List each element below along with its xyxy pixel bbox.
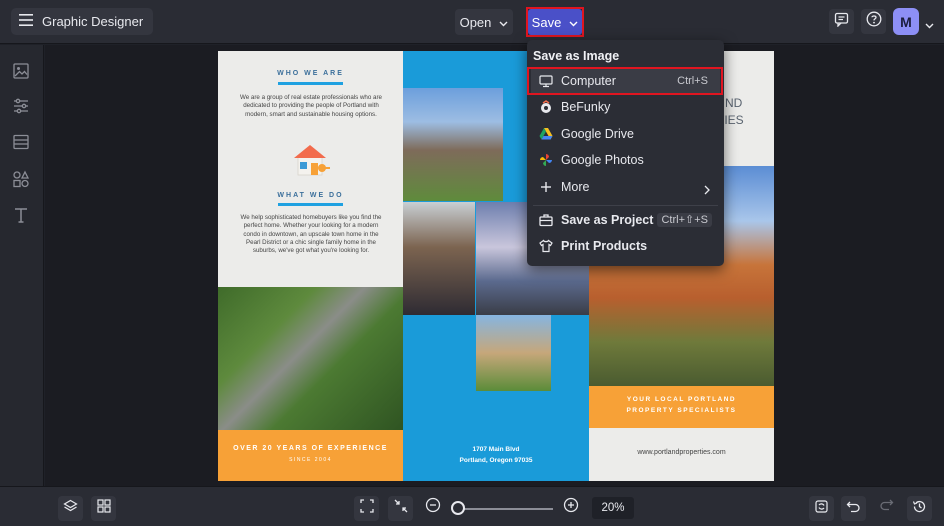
history-icon bbox=[912, 499, 927, 519]
menu-item-google-drive[interactable]: Google Drive bbox=[531, 122, 720, 146]
redo-button[interactable] bbox=[875, 496, 897, 518]
since-text: SINCE 2004 bbox=[289, 457, 332, 463]
menu-item-more[interactable]: More bbox=[531, 175, 720, 199]
menu-item-befunky[interactable]: BeFunky bbox=[531, 95, 720, 119]
help-icon bbox=[866, 11, 882, 32]
chevron-down-icon bbox=[569, 15, 578, 30]
zoom-out-icon bbox=[425, 497, 441, 518]
website-url: www.portlandproperties.com bbox=[637, 449, 726, 456]
menu-section-title: Save as Image bbox=[533, 49, 620, 63]
menu-item-label: More bbox=[561, 180, 590, 194]
menu-item-print-products[interactable]: Print Products bbox=[531, 234, 720, 258]
comment-icon bbox=[834, 12, 849, 32]
open-button[interactable]: Open bbox=[455, 9, 513, 35]
google-drive-icon bbox=[539, 127, 553, 141]
menu-item-label: BeFunky bbox=[561, 100, 611, 114]
layout-icon[interactable] bbox=[12, 133, 30, 151]
fit-screen-icon bbox=[359, 499, 374, 518]
house-icon bbox=[291, 141, 331, 184]
who-we-are-heading: WHO WE ARE bbox=[277, 70, 344, 77]
app-name: Graphic Designer bbox=[42, 14, 144, 29]
top-toolbar: Graphic Designer Open Save M bbox=[0, 0, 944, 44]
menu-item-label: Save as Project bbox=[561, 213, 654, 227]
user-avatar[interactable]: M bbox=[893, 8, 919, 35]
grid-view-button[interactable] bbox=[91, 496, 116, 521]
help-button[interactable] bbox=[861, 9, 886, 34]
app-menu-button[interactable]: Graphic Designer bbox=[11, 8, 154, 35]
fit-to-screen-button[interactable] bbox=[354, 496, 379, 521]
shrink-icon bbox=[394, 499, 408, 518]
heading-rule bbox=[278, 82, 343, 85]
undo-icon bbox=[846, 499, 861, 519]
actual-size-button[interactable] bbox=[388, 496, 413, 521]
undo-button[interactable] bbox=[841, 496, 866, 521]
who-we-are-text: We are a group of real estate profession… bbox=[240, 94, 382, 118]
open-label: Open bbox=[459, 14, 492, 30]
history-button[interactable] bbox=[907, 496, 932, 521]
hamburger-menu-icon bbox=[19, 13, 33, 31]
google-photos-icon bbox=[539, 153, 553, 167]
shapes-icon[interactable] bbox=[12, 170, 30, 188]
adjustments-icon[interactable] bbox=[12, 97, 30, 115]
zoom-slider-handle[interactable] bbox=[451, 501, 465, 515]
layers-icon bbox=[63, 499, 78, 519]
specialists-banner: YOUR LOCAL PORTLAND PROPERTY SPECIALISTS bbox=[589, 386, 774, 428]
chevron-right-icon bbox=[704, 182, 710, 200]
couple-photo bbox=[403, 202, 475, 315]
zoom-out-button[interactable] bbox=[422, 496, 444, 518]
bottom-toolbar: 20% bbox=[0, 486, 944, 526]
shirt-icon bbox=[539, 239, 553, 253]
experience-text: OVER 20 YEARS OF EXPERIENCE bbox=[233, 445, 388, 452]
refresh-icon bbox=[814, 499, 829, 519]
banner-line-2: PROPERTY SPECIALISTS bbox=[626, 407, 737, 414]
menu-item-save-as-project[interactable]: Save as Project Ctrl+⇧+S bbox=[531, 208, 720, 232]
address-line-2: Portland, Oregon 97035 bbox=[459, 457, 533, 464]
chevron-down-icon[interactable] bbox=[925, 16, 934, 34]
experience-banner: OVER 20 YEARS OF EXPERIENCE SINCE 2004 bbox=[218, 430, 403, 481]
brochure-panel-left: WHO WE ARE We are a group of real estate… bbox=[218, 51, 403, 481]
menu-item-google-photos[interactable]: Google Photos bbox=[531, 148, 720, 172]
chevron-down-icon bbox=[499, 15, 508, 30]
zoom-level-field[interactable]: 20% bbox=[592, 497, 634, 519]
zoom-in-icon bbox=[563, 497, 579, 518]
house-photo bbox=[403, 88, 503, 201]
shortcut-badge: Ctrl+⇧+S bbox=[657, 213, 712, 227]
menu-item-label: Print Products bbox=[561, 239, 648, 253]
redo-icon bbox=[879, 497, 894, 517]
comments-button[interactable] bbox=[829, 9, 854, 34]
grid-icon bbox=[96, 499, 111, 518]
what-we-do-text: We help sophisticated homebuyers like yo… bbox=[240, 214, 382, 255]
address-line-1: 1707 Main Blvd bbox=[472, 446, 520, 453]
befunky-icon bbox=[539, 100, 553, 114]
briefcase-icon bbox=[539, 213, 553, 227]
menu-divider bbox=[533, 205, 718, 206]
banner-line-1: YOUR LOCAL PORTLAND bbox=[626, 396, 737, 403]
plus-icon bbox=[539, 180, 553, 194]
zoom-in-button[interactable] bbox=[560, 496, 582, 518]
app-window: Graphic Designer Open Save M WHO WE ARE … bbox=[0, 0, 944, 526]
menu-item-label: Google Photos bbox=[561, 153, 644, 167]
menu-item-label: Google Drive bbox=[561, 127, 634, 141]
image-icon[interactable] bbox=[12, 62, 30, 80]
avatar-initial: M bbox=[900, 13, 912, 30]
save-button[interactable]: Save bbox=[528, 9, 582, 35]
layers-button[interactable] bbox=[58, 496, 83, 521]
save-label: Save bbox=[531, 14, 562, 30]
what-we-do-heading: WHAT WE DO bbox=[277, 192, 344, 199]
left-tool-sidebar bbox=[0, 45, 44, 486]
computer-highlight-box bbox=[527, 67, 723, 95]
refresh-button[interactable] bbox=[809, 496, 834, 521]
heading-rule bbox=[278, 203, 343, 206]
cottage-photo bbox=[476, 315, 551, 391]
text-icon[interactable] bbox=[12, 206, 30, 224]
brochure-title-line-1: ND bbox=[725, 96, 743, 110]
aerial-neighborhood-photo bbox=[218, 287, 403, 430]
zoom-slider-track[interactable] bbox=[455, 508, 553, 510]
